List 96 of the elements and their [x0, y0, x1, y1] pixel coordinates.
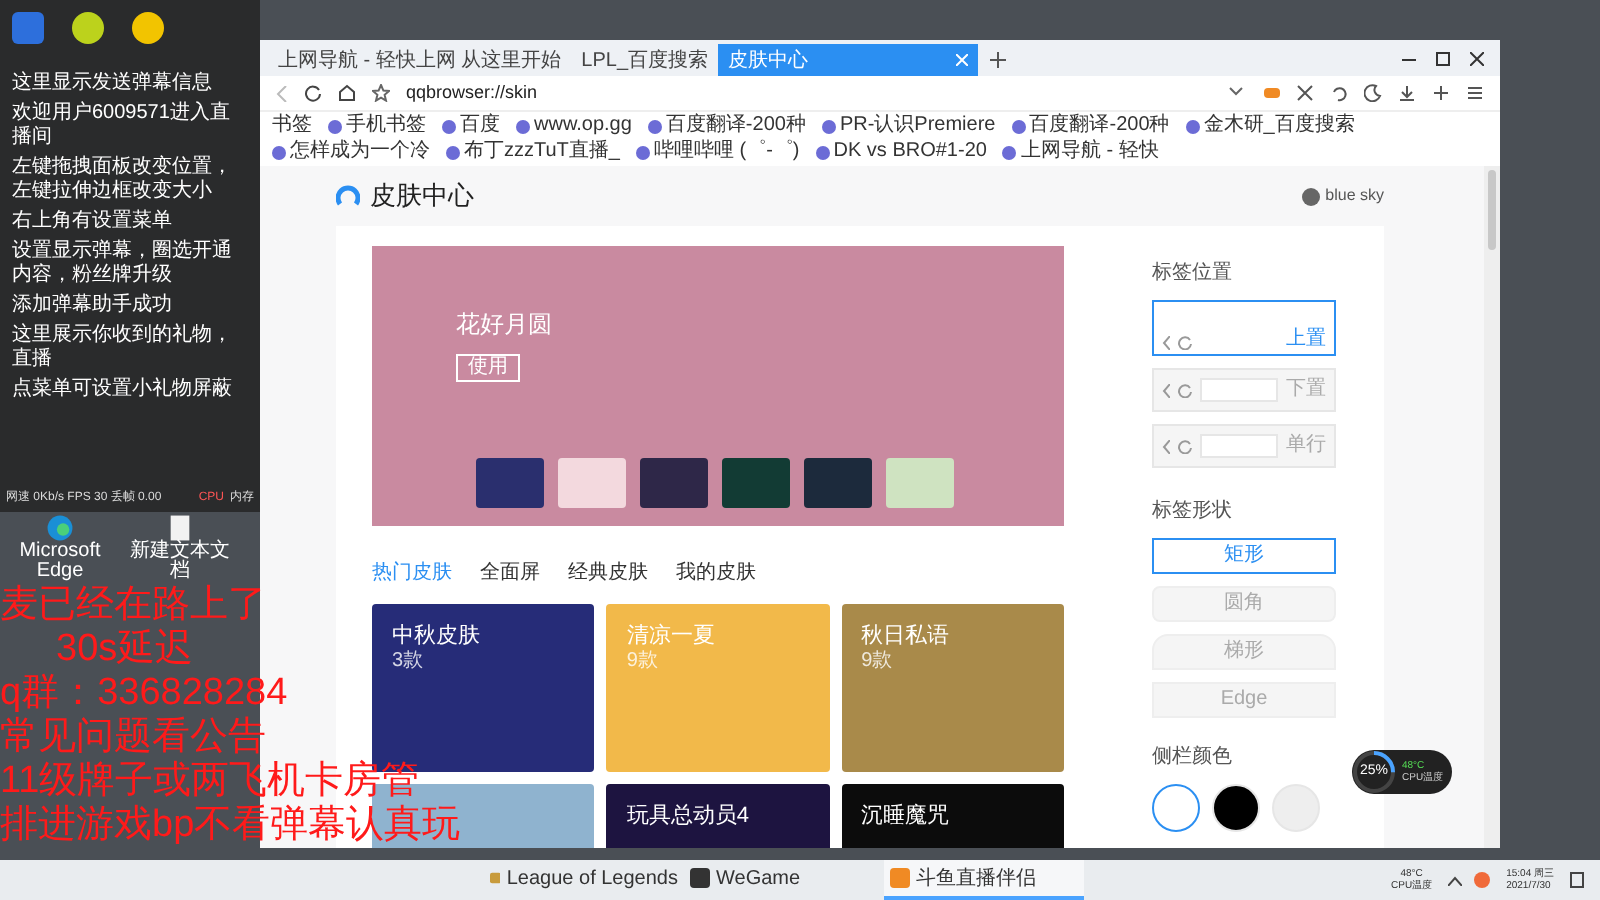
- download-icon: [1398, 84, 1416, 102]
- bookmark-icon: [272, 145, 286, 159]
- section-label: 标签位置: [1152, 259, 1234, 288]
- close-icon: [1470, 52, 1484, 66]
- app-icon: [1474, 872, 1491, 888]
- skin-thumbnail[interactable]: [722, 458, 790, 508]
- skin-thumbnail[interactable]: [558, 458, 626, 508]
- banner-title: 花好月圆: [456, 308, 552, 342]
- skin-card[interactable]: 玩具总动员4: [606, 784, 830, 848]
- refresh-icon: [1178, 336, 1192, 350]
- back-icon: [1162, 383, 1170, 397]
- chat-message: 右上角有设置菜单: [12, 210, 174, 234]
- browser-tab[interactable]: 上网导航 - 轻快上网 从这里开始: [268, 44, 572, 76]
- plus-icon: [990, 52, 1007, 68]
- bookmark-item[interactable]: 百度: [442, 114, 500, 138]
- skin-thumbnail[interactable]: [476, 458, 544, 508]
- bookmark-item[interactable]: 怎样成为一个冷: [272, 140, 430, 164]
- chat-message: 设置显示弹幕，圈选开通内容，粉丝牌升级: [12, 240, 234, 288]
- star-icon: [372, 84, 390, 102]
- back-icon: [1162, 336, 1170, 350]
- bookmark-item[interactable]: www.op.gg: [516, 114, 632, 138]
- skin-thumbnail[interactable]: [804, 458, 872, 508]
- section-label: 标签形状: [1152, 497, 1234, 526]
- app-icon: [72, 12, 104, 44]
- scrollbar[interactable]: [1484, 166, 1500, 848]
- avatar-icon: [1301, 187, 1320, 205]
- stream-overlay-text: 30s延迟: [56, 628, 194, 672]
- refresh-icon: [1178, 383, 1192, 397]
- user-name: blue sky: [1325, 184, 1384, 208]
- chat-message: 这里显示发送弹幕信息: [12, 72, 214, 96]
- color-swatch[interactable]: [1152, 784, 1200, 832]
- moon-icon: [1364, 84, 1382, 102]
- skin-count: 9款: [861, 650, 895, 674]
- back-icon: [1162, 439, 1170, 453]
- browser-logo-icon: [46, 514, 74, 542]
- bookmark-item[interactable]: 百度翻译-200种: [1011, 114, 1170, 138]
- skin-title: 中秋皮肤: [392, 624, 482, 650]
- skin-thumbnail[interactable]: [886, 458, 954, 508]
- bookmark-item[interactable]: 哔哩哔哩 (゜-゜): [635, 140, 800, 164]
- menu-icon: [1466, 84, 1484, 102]
- app-icon: [490, 868, 501, 888]
- bookmark-item[interactable]: 书签: [272, 114, 312, 138]
- chat-message: 添加弹幕助手成功: [12, 294, 174, 318]
- home-icon: [338, 84, 356, 102]
- undo-icon: [1330, 84, 1348, 102]
- skin-title: 清凉一夏: [626, 624, 717, 650]
- desktop-icon-label[interactable]: 新建文本文档: [128, 542, 232, 582]
- category-tab[interactable]: 我的皮肤: [676, 558, 756, 588]
- address-field[interactable]: qqbrowser://skin: [406, 79, 1212, 107]
- logo-icon: [336, 184, 360, 208]
- bookmark-item[interactable]: 百度翻译-200种: [647, 114, 806, 138]
- skin-title: 沉睡魔咒: [861, 804, 952, 830]
- chat-message: 这里展示你收到的礼物，直播: [12, 324, 234, 372]
- bookmark-icon: [328, 119, 342, 133]
- bookmark-item[interactable]: 金木研_百度搜索: [1185, 114, 1355, 138]
- category-tab[interactable]: 全面屏: [480, 558, 540, 588]
- stream-overlay-text: 麦已经在路上了: [0, 584, 266, 628]
- skin-title: 玩具总动员4: [626, 804, 751, 830]
- app-icon: [890, 868, 910, 888]
- section-label: 侧栏颜色: [1152, 743, 1234, 772]
- plus-icon: [1432, 84, 1450, 102]
- page-title: 皮肤中心: [370, 178, 474, 215]
- skin-title: 秋日私语: [861, 624, 952, 650]
- chat-message: 左键拖拽面板改变位置，左键拉伸边框改变大小: [12, 156, 234, 204]
- skin-card[interactable]: 沉睡魔咒: [841, 784, 1064, 848]
- app-icon: [12, 12, 44, 44]
- desktop-icon-label[interactable]: Microsoft Edge: [8, 542, 112, 582]
- skin-thumbnail[interactable]: [640, 458, 708, 508]
- app-icon: [690, 868, 710, 888]
- bookmark-item[interactable]: PR-认识Premiere: [821, 114, 996, 138]
- app-icon: [132, 12, 164, 44]
- taskbar-app[interactable]: WeGame: [684, 860, 884, 900]
- bookmark-item[interactable]: 上网导航 - 轻快: [1002, 140, 1159, 164]
- bookmark-icon: [516, 119, 530, 133]
- notification-icon: [1570, 872, 1584, 888]
- bookmark-icon: [1185, 119, 1200, 133]
- back-icon: [276, 85, 288, 101]
- chevron-up-icon: [1448, 875, 1463, 885]
- bookmark-item[interactable]: DK vs BRO#1-20: [815, 140, 987, 164]
- chat-message: 欢迎用户6009571进入直播间: [12, 102, 232, 150]
- tab-preview: [1200, 378, 1278, 402]
- bookmark-item[interactable]: 布丁zzzTuT直播_: [446, 140, 620, 164]
- browser-tab[interactable]: LPL_百度搜索: [571, 44, 719, 76]
- gauge-ring: [1352, 750, 1396, 794]
- maximize-icon: [1436, 52, 1450, 66]
- taskbar-app[interactable]: 斗鱼直播伴侣: [884, 860, 1084, 900]
- skin-count: 3款: [392, 650, 426, 674]
- category-tab[interactable]: 经典皮肤: [568, 558, 648, 588]
- chat-message: 点菜单可设置小礼物屏蔽: [12, 378, 234, 402]
- refresh-icon: [304, 84, 322, 102]
- close-icon: [956, 54, 969, 66]
- tab-preview: [1200, 434, 1278, 458]
- bookmark-item[interactable]: 手机书签: [328, 114, 426, 138]
- taskbar-app[interactable]: League of Legends: [484, 860, 684, 900]
- refresh-icon: [1178, 439, 1192, 453]
- skin-count: 9款: [626, 650, 660, 674]
